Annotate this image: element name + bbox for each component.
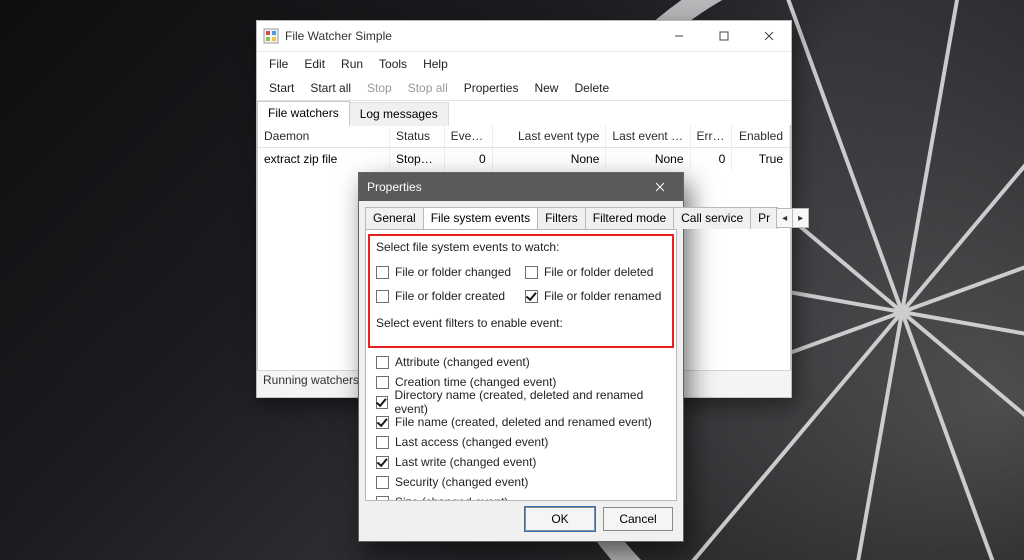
tool-start[interactable]: Start <box>261 78 302 98</box>
window-title: File Watcher Simple <box>285 29 656 43</box>
grid-header: Daemon Status Events Last event type Las… <box>258 125 790 148</box>
tab-scroll-right[interactable]: ▸ <box>792 208 809 228</box>
cb-label: Creation time (changed event) <box>395 375 556 389</box>
dlg-tab-call-service[interactable]: Call service <box>673 207 751 229</box>
app-icon <box>263 28 279 44</box>
table-row[interactable]: extract zip file Stopped 0 None None 0 T… <box>258 148 790 170</box>
cb-filter[interactable]: Attribute (changed event) <box>376 352 666 372</box>
cb-label: Size (changed event) <box>395 495 508 501</box>
cell-time: None <box>606 148 690 170</box>
section-filters-label: Select event filters to enable event: <box>376 316 666 330</box>
maximize-button[interactable] <box>701 21 746 51</box>
cb-file-changed[interactable]: File or folder changed <box>376 262 517 282</box>
checkbox-icon <box>376 476 389 489</box>
cb-label: File or folder deleted <box>544 265 653 279</box>
cb-label: Last access (changed event) <box>395 435 548 449</box>
tool-properties[interactable]: Properties <box>456 78 527 98</box>
cb-filter[interactable]: Last access (changed event) <box>376 432 666 452</box>
cb-label: File or folder renamed <box>544 289 661 303</box>
cb-label: Directory name (created, deleted and ren… <box>394 388 666 416</box>
cb-filter[interactable]: Last write (changed event) <box>376 452 666 472</box>
dialog-title: Properties <box>367 180 645 194</box>
col-daemon[interactable]: Daemon <box>258 125 390 147</box>
cell-daemon: extract zip file <box>258 148 390 170</box>
tabstrip: File watchers Log messages <box>257 100 791 125</box>
checkbox-icon <box>376 356 389 369</box>
dialog-body: Select file system events to watch: File… <box>365 229 677 501</box>
dialog-buttons: OK Cancel <box>359 507 683 541</box>
cell-enabled: True <box>732 148 790 170</box>
menu-edit[interactable]: Edit <box>296 54 333 74</box>
minimize-button[interactable] <box>656 21 701 51</box>
col-status[interactable]: Status <box>390 125 445 147</box>
checkbox-icon <box>376 376 389 389</box>
cell-events: 0 <box>445 148 493 170</box>
cell-type: None <box>493 148 607 170</box>
tab-file-watchers[interactable]: File watchers <box>257 101 350 125</box>
titlebar[interactable]: File Watcher Simple <box>257 21 791 52</box>
checkbox-icon <box>376 396 388 409</box>
cb-label: File or folder changed <box>395 265 511 279</box>
checkbox-icon <box>525 266 538 279</box>
dlg-tab-general[interactable]: General <box>365 207 424 229</box>
cb-label: Security (changed event) <box>395 475 528 489</box>
tab-scroll-left[interactable]: ◂ <box>776 208 793 228</box>
checkbox-icon <box>376 456 389 469</box>
checkbox-icon <box>525 290 538 303</box>
ok-button[interactable]: OK <box>525 507 595 531</box>
menu-tools[interactable]: Tools <box>371 54 415 74</box>
section-watch-label: Select file system events to watch: <box>376 240 666 254</box>
dlg-tab-clipped[interactable]: Pr <box>750 207 778 229</box>
col-events[interactable]: Events <box>445 125 493 147</box>
cb-file-deleted[interactable]: File or folder deleted <box>525 262 666 282</box>
highlight-box: Select file system events to watch: File… <box>372 238 670 344</box>
dialog-titlebar[interactable]: Properties <box>359 173 683 201</box>
col-time[interactable]: Last event time <box>606 125 690 147</box>
checkbox-icon <box>376 416 389 429</box>
filters-list: Attribute (changed event) Creation time (… <box>376 352 666 501</box>
tool-stop-all: Stop all <box>400 78 456 98</box>
dialog-close-button[interactable] <box>645 173 675 201</box>
cb-label: File or folder created <box>395 289 505 303</box>
cb-file-renamed[interactable]: File or folder renamed <box>525 286 666 306</box>
cb-filter[interactable]: File name (created, deleted and renamed … <box>376 412 666 432</box>
dlg-tab-fs-events[interactable]: File system events <box>423 207 538 229</box>
col-type[interactable]: Last event type <box>493 125 607 147</box>
menu-file[interactable]: File <box>261 54 296 74</box>
dlg-tab-filters[interactable]: Filters <box>537 207 586 229</box>
cb-filter[interactable]: Size (changed event) <box>376 492 666 501</box>
cb-filter[interactable]: Security (changed event) <box>376 472 666 492</box>
cb-filter[interactable]: Directory name (created, deleted and ren… <box>376 392 666 412</box>
col-enabled[interactable]: Enabled <box>732 125 790 147</box>
tool-start-all[interactable]: Start all <box>302 78 359 98</box>
cell-status: Stopped <box>390 148 445 170</box>
tool-stop: Stop <box>359 78 400 98</box>
cell-errors: 0 <box>691 148 733 170</box>
cb-label: Last write (changed event) <box>395 455 536 469</box>
properties-dialog: Properties General File system events Fi… <box>358 172 684 542</box>
checkbox-icon <box>376 436 389 449</box>
checkbox-icon <box>376 266 389 279</box>
checkbox-icon <box>376 290 389 303</box>
cb-label: File name (created, deleted and renamed … <box>395 415 652 429</box>
checkbox-icon <box>376 496 389 502</box>
tool-delete[interactable]: Delete <box>566 78 617 98</box>
tab-log-messages[interactable]: Log messages <box>349 102 449 126</box>
close-button[interactable] <box>746 21 791 51</box>
menubar: File Edit Run Tools Help <box>257 52 791 76</box>
tool-new[interactable]: New <box>526 78 566 98</box>
cb-file-created[interactable]: File or folder created <box>376 286 517 306</box>
menu-run[interactable]: Run <box>333 54 371 74</box>
menu-help[interactable]: Help <box>415 54 456 74</box>
toolbar: Start Start all Stop Stop all Properties… <box>257 76 791 100</box>
dialog-tabstrip: General File system events Filters Filte… <box>359 201 683 229</box>
cancel-button[interactable]: Cancel <box>603 507 673 531</box>
dlg-tab-filtered-mode[interactable]: Filtered mode <box>585 207 674 229</box>
cb-label: Attribute (changed event) <box>395 355 530 369</box>
desktop-wallpaper: File Watcher Simple File Edit Run Tools … <box>0 0 1024 560</box>
col-errors[interactable]: Errors <box>691 125 733 147</box>
